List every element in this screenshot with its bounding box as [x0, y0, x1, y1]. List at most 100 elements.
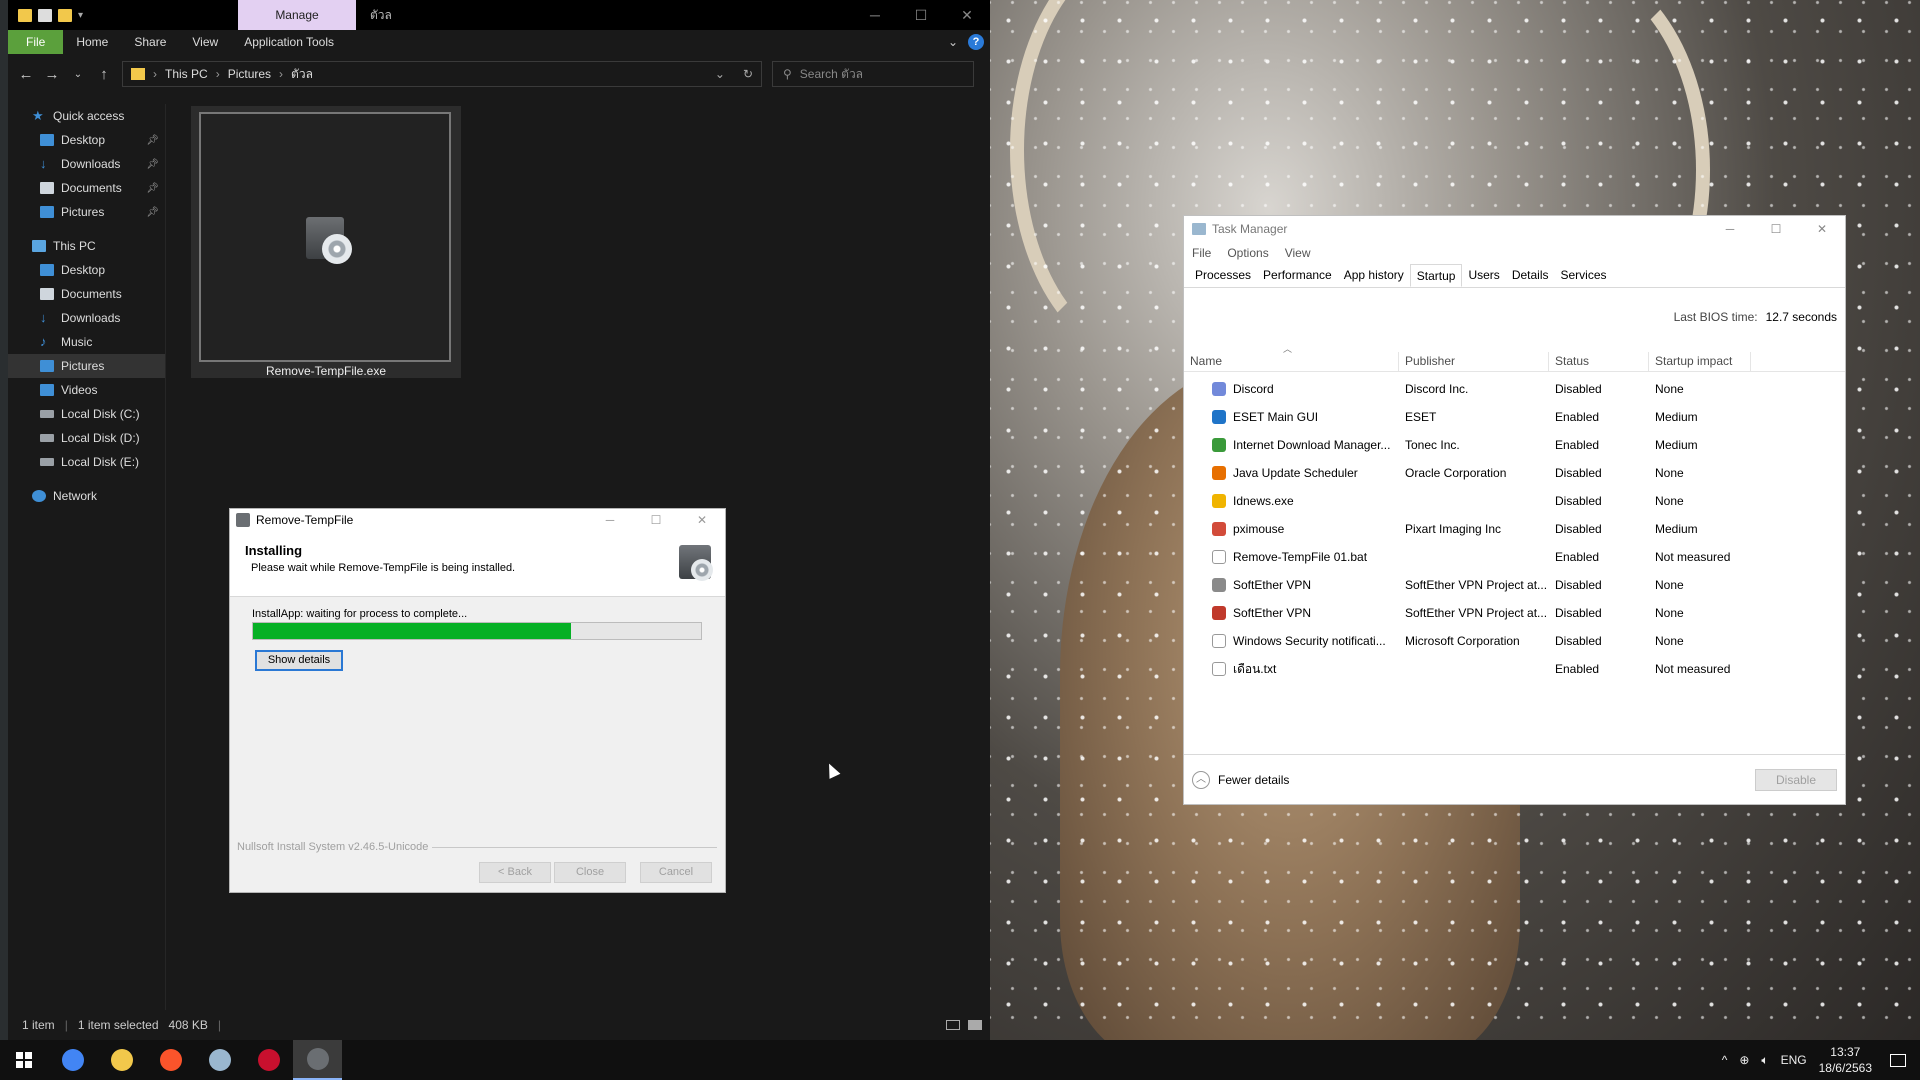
table-row[interactable]: pximouse Pixart Imaging Inc Disabled Medium: [1184, 515, 1845, 543]
startup-app-publisher: SoftEther VPN Project at...: [1405, 578, 1548, 592]
column-publisher[interactable]: Publisher: [1399, 352, 1549, 371]
forward-button[interactable]: →: [44, 66, 60, 83]
tab-processes[interactable]: Processes: [1189, 264, 1257, 287]
table-row[interactable]: Java Update Scheduler Oracle Corporation D…: [1184, 459, 1845, 487]
tab-startup[interactable]: Startup: [1409, 264, 1463, 287]
minimize-button[interactable]: ─: [852, 7, 898, 24]
table-row[interactable]: SoftEther VPN SoftEther VPN Project at...…: [1184, 571, 1845, 599]
sidebar-item-pictures[interactable]: Pictures: [8, 354, 165, 378]
table-row[interactable]: Internet Download Manager... Tonec Inc. En…: [1184, 431, 1845, 459]
taskbar-app-a-button[interactable]: [244, 1040, 293, 1080]
tab-manage[interactable]: Manage: [238, 0, 356, 30]
table-row[interactable]: Discord Discord Inc. Disabled None: [1184, 375, 1845, 403]
sidebar-item-downloads[interactable]: ↓ Downloads 📌︎: [8, 152, 165, 176]
table-row[interactable]: Idnews.exe Disabled None: [1184, 487, 1845, 515]
address-history-dropdown[interactable]: ⌄: [715, 67, 725, 81]
up-button[interactable]: ↑: [96, 66, 112, 83]
language-indicator[interactable]: ENG: [1781, 1053, 1807, 1067]
start-button[interactable]: [0, 1040, 48, 1080]
column-status[interactable]: Status: [1549, 352, 1649, 371]
properties-icon[interactable]: [38, 8, 52, 22]
tab-performance[interactable]: Performance: [1257, 264, 1338, 287]
table-row[interactable]: เดือน.txt Enabled Not measured: [1184, 655, 1845, 683]
menu-file[interactable]: File: [1192, 246, 1211, 260]
sidebar-item-documents[interactable]: Documents 📌︎: [8, 176, 165, 200]
table-row[interactable]: Remove-TempFile 01.bat Enabled Not measure…: [1184, 543, 1845, 571]
breadcrumb-current-folder[interactable]: ตัวล: [291, 65, 313, 84]
fewer-details-button[interactable]: ︿ Fewer details: [1192, 770, 1289, 789]
customize-toolbar-icon[interactable]: ▾: [78, 10, 83, 21]
sidebar-item-local-disk-e[interactable]: Local Disk (E:): [8, 450, 165, 474]
search-input[interactable]: ⚲ Search ตัวล: [772, 61, 974, 87]
tab-view[interactable]: View: [179, 30, 231, 54]
tab-users[interactable]: Users: [1462, 264, 1505, 287]
sidebar-item-label: Pictures: [61, 359, 105, 373]
startup-table-body: Discord Discord Inc. Disabled None ESET Main…: [1184, 375, 1845, 683]
show-details-button[interactable]: Show details: [255, 650, 343, 671]
taskbar-file-explorer-button[interactable]: [97, 1040, 146, 1080]
sidebar-item-this-pc[interactable]: This PC: [8, 234, 165, 258]
clock[interactable]: 13:37 18/6/2563: [1819, 1044, 1872, 1076]
back-button[interactable]: ←: [18, 66, 34, 83]
taskbar-task-manager-button[interactable]: [195, 1040, 244, 1080]
explorer-titlebar[interactable]: ▾ Manage ตัวล ─ ☐ ✕: [8, 0, 990, 30]
sidebar-item-pictures[interactable]: Pictures 📌︎: [8, 200, 165, 224]
tab-app-history[interactable]: App history: [1338, 264, 1410, 287]
tab-share[interactable]: Share: [121, 30, 179, 54]
table-row[interactable]: Windows Security notificati... Microsoft …: [1184, 627, 1845, 655]
tab-file[interactable]: File: [8, 30, 64, 54]
task-manager-titlebar[interactable]: Task Manager ─ ☐ ✕: [1184, 216, 1845, 242]
refresh-button[interactable]: ↻: [743, 67, 753, 81]
column-startup-impact[interactable]: Startup impact: [1649, 352, 1751, 371]
sidebar-item-videos[interactable]: Videos: [8, 378, 165, 402]
tab-home[interactable]: Home: [63, 30, 121, 54]
sidebar-item-quick-access[interactable]: ★ Quick access: [8, 104, 165, 128]
sidebar-item-local-disk-c[interactable]: Local Disk (C:): [8, 402, 165, 426]
volume-icon[interactable]: 🔈︎: [1761, 1053, 1768, 1068]
sidebar-item-desktop[interactable]: Desktop 📌︎: [8, 128, 165, 152]
startup-app-publisher: Discord Inc.: [1405, 382, 1469, 396]
close-button[interactable]: ✕: [944, 7, 990, 24]
address-bar[interactable]: › This PC › Pictures › ตัวล ⌄ ↻: [122, 61, 762, 87]
sidebar-item-desktop[interactable]: Desktop: [8, 258, 165, 282]
tab-application-tools[interactable]: Application Tools: [231, 30, 347, 54]
tab-details[interactable]: Details: [1506, 264, 1555, 287]
network-icon[interactable]: ⊕: [1739, 1053, 1749, 1067]
chevron-up-icon[interactable]: ^: [1722, 1053, 1728, 1067]
breadcrumb-pictures[interactable]: Pictures: [228, 67, 271, 81]
sidebar-item-network[interactable]: Network: [8, 484, 165, 508]
maximize-button[interactable]: ☐: [1753, 222, 1799, 236]
action-center-button[interactable]: [1884, 1046, 1912, 1074]
column-name[interactable]: Name: [1184, 352, 1399, 371]
sidebar-item-music[interactable]: ♪ Music: [8, 330, 165, 354]
table-row[interactable]: SoftEther VPN SoftEther VPN Project at...…: [1184, 599, 1845, 627]
recent-locations-button[interactable]: ⌄: [70, 69, 86, 80]
expand-ribbon-icon[interactable]: ⌄: [948, 35, 958, 49]
table-row[interactable]: ESET Main GUI ESET Enabled Medium: [1184, 403, 1845, 431]
sidebar-item-local-disk-d[interactable]: Local Disk (D:): [8, 426, 165, 450]
chevron-right-icon[interactable]: ›: [153, 67, 157, 81]
taskbar-brave-button[interactable]: [146, 1040, 195, 1080]
menu-options[interactable]: Options: [1227, 246, 1268, 260]
file-item[interactable]: Remove-TempFile.exe: [191, 106, 461, 378]
sidebar-item-documents[interactable]: Documents: [8, 282, 165, 306]
chevron-right-icon[interactable]: ›: [279, 67, 283, 81]
minimize-button[interactable]: ─: [587, 513, 633, 527]
large-icons-view-icon[interactable]: [968, 1020, 982, 1030]
new-folder-icon[interactable]: [58, 8, 72, 22]
chevron-right-icon[interactable]: ›: [216, 67, 220, 81]
menu-view[interactable]: View: [1285, 246, 1311, 260]
installer-titlebar[interactable]: Remove-TempFile ─ ☐ ✕: [230, 509, 725, 531]
breadcrumb-this-pc[interactable]: This PC: [165, 67, 208, 81]
details-view-icon[interactable]: [946, 1020, 960, 1030]
tab-services[interactable]: Services: [1555, 264, 1613, 287]
bios-time-label: Last BIOS time:: [1673, 310, 1758, 324]
sidebar-item-downloads[interactable]: ↓ Downloads: [8, 306, 165, 330]
maximize-button[interactable]: ☐: [898, 7, 944, 24]
minimize-button[interactable]: ─: [1707, 222, 1753, 236]
taskbar-installer-button[interactable]: [293, 1040, 342, 1080]
help-icon[interactable]: ?: [968, 34, 984, 50]
taskbar-chrome-button[interactable]: [48, 1040, 97, 1080]
startup-app-impact: Not measured: [1655, 550, 1731, 564]
close-button[interactable]: ✕: [1799, 222, 1845, 236]
